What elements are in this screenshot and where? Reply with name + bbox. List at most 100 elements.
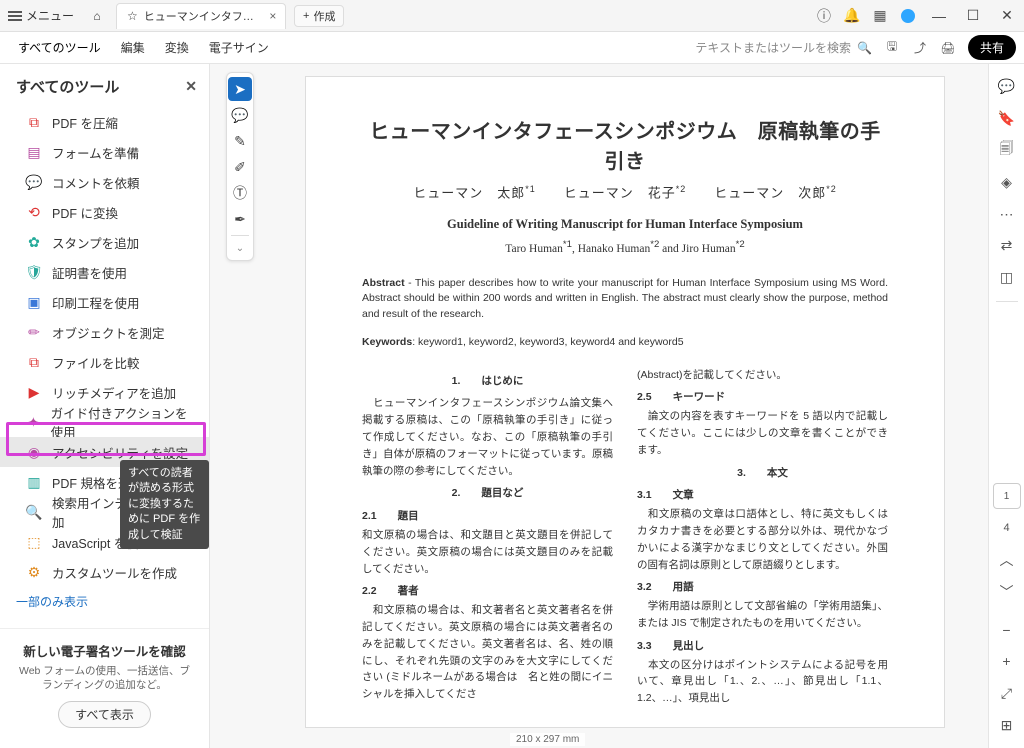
sidebar-close-button[interactable]: ✕ <box>185 78 197 95</box>
notifications-button[interactable]: 🔔 <box>838 0 866 31</box>
sec-3-head: 3. 本文 <box>637 465 888 482</box>
tool-custom-tool[interactable]: ⚙カスタムツールを作成 <box>0 557 209 587</box>
document-tab[interactable]: ☆ ヒューマンインタフェースシ… × <box>116 3 286 29</box>
doc-authors-jp: ヒューマン 太郎*1 ヒューマン 花子*2 ヒューマン 次郎*2 <box>362 183 888 203</box>
maximize-button[interactable]: ☐ <box>956 0 990 31</box>
sec-22-body: 和文原稿の場合は、和文著者名と英文著者名を併記してください。英文原稿の場合には英… <box>362 602 613 703</box>
star-icon: ☆ <box>127 9 138 23</box>
tool-add-stamp[interactable]: ✿ スタンプを追加 <box>0 227 209 257</box>
text-tool[interactable]: Ⓣ <box>228 181 252 205</box>
page-size-status: 210 x 297 mm <box>510 733 585 746</box>
sec-1-body: ヒューマンインタフェースシンポジウム論文集へ掲載する原稿は、この「原稿執筆の手引… <box>362 395 613 479</box>
menu-button[interactable]: メニュー <box>0 0 82 31</box>
print-production-icon: ▣ <box>26 294 42 310</box>
standards-icon: ▥ <box>26 474 42 490</box>
tool-use-certificate[interactable]: 🛡証明書を使用 <box>0 257 209 287</box>
doc-title-en: Guideline of Writing Manuscript for Huma… <box>362 215 888 234</box>
draw-tool[interactable]: ✐ <box>228 155 252 179</box>
save-button[interactable]: 🖫 <box>878 32 906 63</box>
sec-21-body: 和文原稿の場合は、和文題目と英文題目を併記してください。英文原稿の場合には英文題… <box>362 527 613 577</box>
help-icon: ⓘ <box>817 6 831 26</box>
bell-icon: 🔔 <box>843 7 860 24</box>
search-icon: 🔍 <box>857 41 872 55</box>
sec-32-body: 学術用語は原則として文部省編の「学術用語集」、または JIS で制定されたものを… <box>637 598 888 632</box>
palette-expand[interactable]: ⌄ <box>228 240 252 256</box>
sec-33-body: 本文の区分けはポイントシステムによる記号を用いて、章見出し「1.、2.、…」、節… <box>637 657 888 707</box>
custom-tool-icon: ⚙ <box>26 564 42 580</box>
attachment-icon: ◈ <box>1001 174 1012 191</box>
upload-button[interactable]: ⤴ <box>906 32 934 63</box>
highlight-tool[interactable]: ✎ <box>228 129 252 153</box>
tool-compare-files[interactable]: ⧉ファイルを比較 <box>0 347 209 377</box>
sidebar-collapse-link[interactable]: 一部のみ表示 <box>0 587 209 616</box>
minimize-button[interactable]: — <box>922 0 956 31</box>
tool-convert-pdf[interactable]: ⟲PDF に変換 <box>0 197 209 227</box>
tool-label: PDF を圧縮 <box>52 113 118 132</box>
upload-icon: ⤴ <box>914 39 926 56</box>
shuffle-button[interactable]: ⇄ <box>993 233 1021 259</box>
doc-authors-en: Taro Human*1, Hanako Human*2 and Jiro Hu… <box>362 238 888 258</box>
comments-panel-button[interactable]: 💬 <box>993 74 1021 100</box>
convert-icon: ⟲ <box>26 204 42 220</box>
home-icon: ⌂ <box>93 9 100 23</box>
pencil-icon: ✐ <box>234 159 246 176</box>
sec-33-head: 3.3 見出し <box>637 638 888 655</box>
sidebar-title: すべてのツール <box>16 76 119 97</box>
comment-tool[interactable]: 💬 <box>228 103 252 127</box>
tool-request-comments[interactable]: 💬コメントを依頼 <box>0 167 209 197</box>
sec-21-head: 2.1 題目 <box>362 508 613 525</box>
footer-show-all-button[interactable]: すべて表示 <box>58 701 151 728</box>
footer-heading: 新しい電子署名ツールを確認 <box>14 641 195 660</box>
sign-tool[interactable]: ✒ <box>228 207 252 231</box>
print-button[interactable]: 🖨 <box>934 32 962 63</box>
tool-label: 証明書を使用 <box>52 263 127 282</box>
tool-compress-pdf[interactable]: ⧉ PDF を圧縮 <box>0 107 209 137</box>
compress-icon: ⧉ <box>26 114 42 130</box>
sign-icon: ✒ <box>234 211 246 228</box>
attachments-panel-button[interactable]: ◈ <box>993 169 1021 195</box>
tab-title: ヒューマンインタフェースシ… <box>144 8 261 24</box>
zoom-out-button[interactable]: − <box>993 617 1021 643</box>
sec-25-body: 論文の内容を表すキーワードを 5 語以内で記載してください。ここには少しの文章を… <box>637 408 888 458</box>
hamburger-icon <box>8 11 22 21</box>
tool-prepare-form[interactable]: ▤フォームを準備 <box>0 137 209 167</box>
apps-button[interactable]: ▦ <box>866 0 894 31</box>
pages-panel-button[interactable]: 🗐 <box>993 138 1021 164</box>
fit-page-button[interactable]: ⤢ <box>993 680 1021 706</box>
tool-print-production[interactable]: ▣印刷工程を使用 <box>0 287 209 317</box>
account-button[interactable] <box>894 0 922 31</box>
toolbar-tab-edit[interactable]: 編集 <box>111 33 155 62</box>
layers-button[interactable]: ◫ <box>993 265 1021 291</box>
page-down-button[interactable]: ﹀ <box>993 579 1021 605</box>
measure-icon: ✏ <box>26 324 42 340</box>
tool-label: フォームを準備 <box>52 143 139 162</box>
select-tool[interactable]: ➤ <box>228 77 252 101</box>
zoom-in-button[interactable]: + <box>993 649 1021 675</box>
stamp-icon: ✿ <box>26 234 42 250</box>
toolbar-tab-all-tools[interactable]: すべてのツール <box>8 33 111 62</box>
tool-measure-objects[interactable]: ✏オブジェクトを測定 <box>0 317 209 347</box>
tab-close-button[interactable]: × <box>267 8 279 24</box>
view-settings-button[interactable]: ⊞ <box>993 712 1021 738</box>
new-tab-button[interactable]: + 作成 <box>294 5 344 27</box>
sec-32-head: 3.2 用語 <box>637 579 888 596</box>
close-window-button[interactable]: ✕ <box>990 0 1024 31</box>
doc-right-column: (Abstract)を記載してください。 2.5 キーワード 論文の内容を表すキ… <box>637 367 888 711</box>
document-area: ➤ 💬 ✎ ✐ Ⓣ ✒ ⌄ ヒューマンインタフェースシンポジウム 原稿執筆の手引… <box>210 64 988 748</box>
toolbar-tab-sign[interactable]: 電子サイン <box>199 33 279 62</box>
plus-icon: + <box>303 10 309 22</box>
bookmarks-panel-button[interactable]: 🔖 <box>993 106 1021 132</box>
sidebar-footer: 新しい電子署名ツールを確認 Web フォームの使用、一括送信、ブランディングの追… <box>0 628 209 740</box>
toolbar-tab-convert[interactable]: 変換 <box>155 33 199 62</box>
tool-label: スタンプを追加 <box>52 233 139 252</box>
page-up-button[interactable]: ︿ <box>993 547 1021 573</box>
tool-guided-actions[interactable]: ✦ガイド付きアクションを使用 <box>0 407 209 437</box>
pages-icon: 🗐 <box>1000 138 1014 162</box>
help-button[interactable]: ⓘ <box>810 0 838 31</box>
share-button[interactable]: 共有 <box>968 35 1016 60</box>
page-current[interactable]: 1 <box>993 483 1021 509</box>
rail-separator <box>996 301 1018 302</box>
more-panel-button[interactable]: ⋯ <box>993 201 1021 227</box>
home-button[interactable]: ⌂ <box>82 0 112 31</box>
search-box[interactable]: テキストまたはツールを検索 🔍 <box>689 39 878 56</box>
